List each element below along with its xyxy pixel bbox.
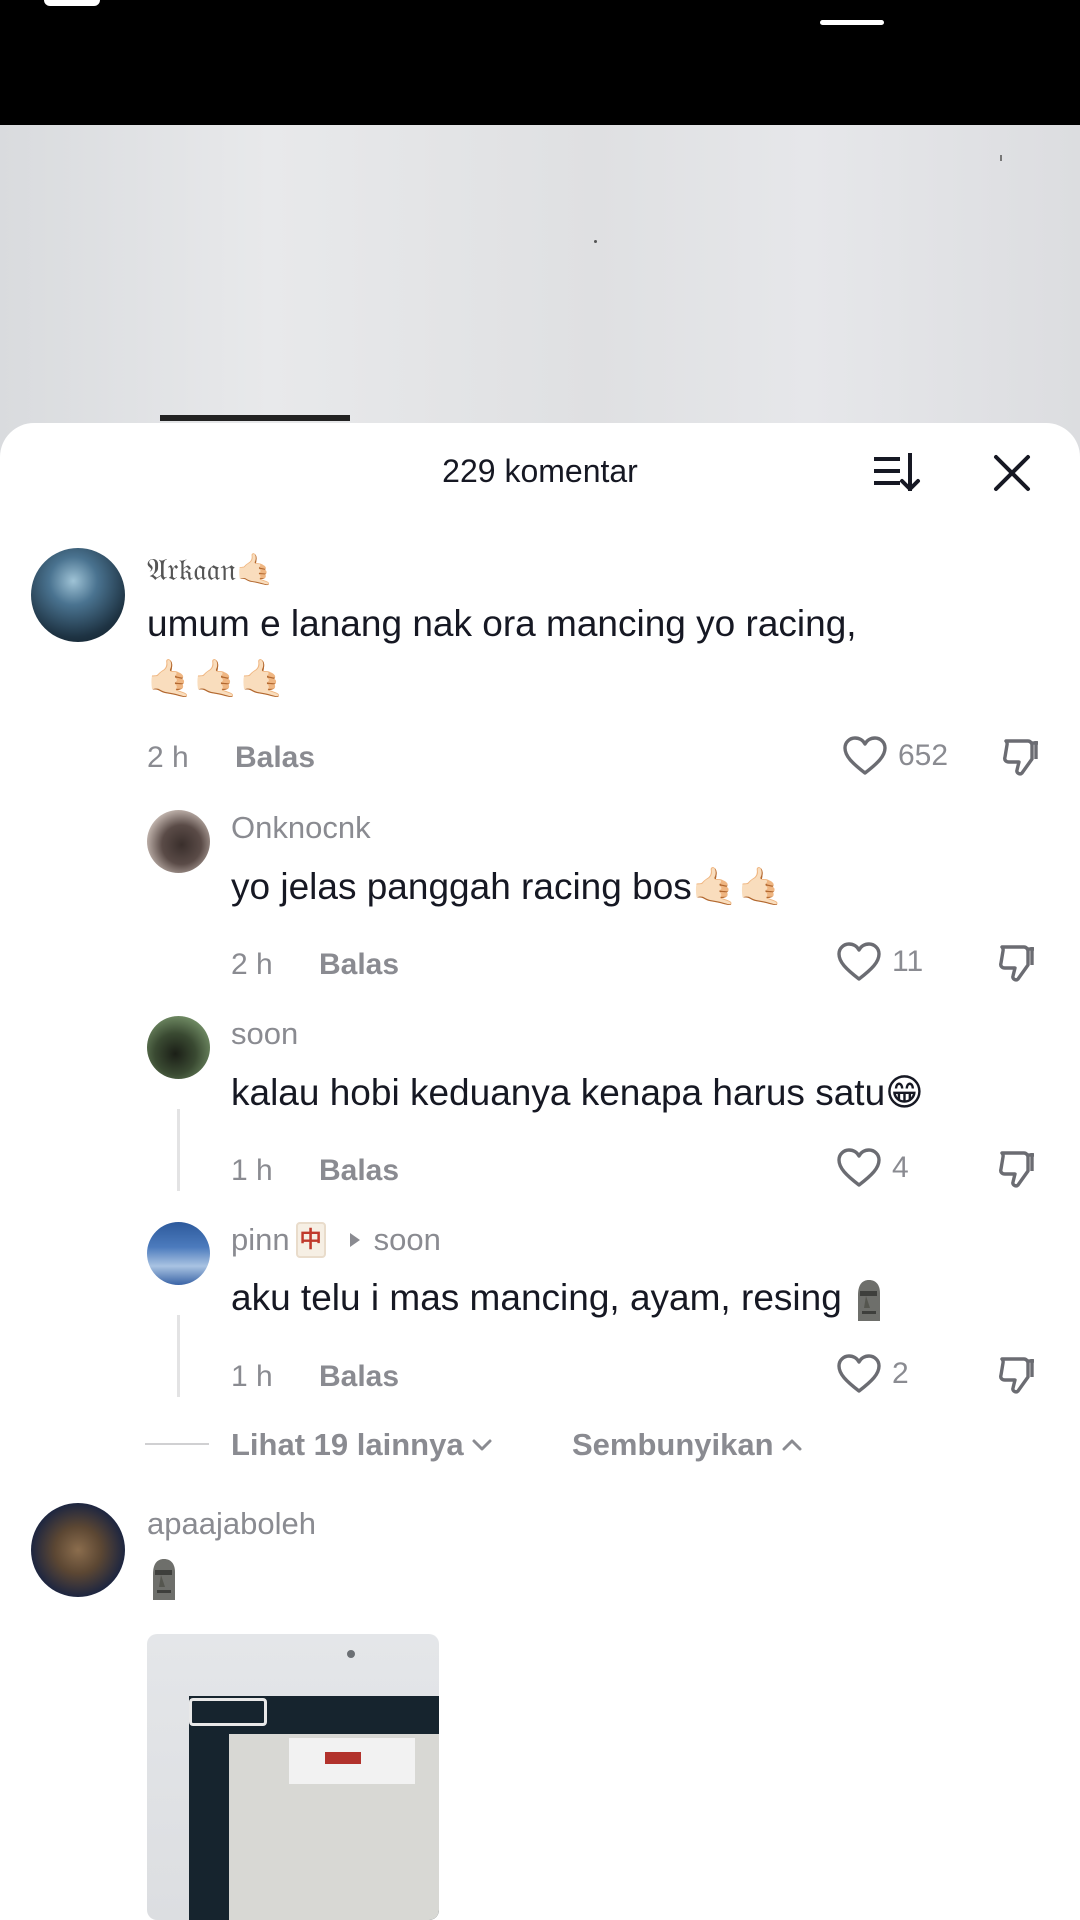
sort-icon[interactable]: [872, 451, 922, 495]
avatar[interactable]: [31, 548, 125, 642]
image-detail: [347, 1650, 355, 1658]
avatar[interactable]: [147, 1016, 210, 1079]
like-button[interactable]: 11: [836, 941, 923, 983]
comments-header: 229 komentar: [0, 423, 1080, 523]
chevron-up-icon: [782, 1439, 802, 1451]
heart-icon: [837, 1354, 881, 1393]
status-bar: [0, 0, 1080, 125]
comment-time: 2 h: [231, 948, 273, 981]
like-count: 652: [898, 739, 949, 772]
comment-username[interactable]: Onknocnk: [231, 810, 371, 846]
comment-text: aku telu i mas mancing, ayam, resing: [231, 1277, 884, 1323]
video-detail: [1000, 155, 1002, 161]
like-button[interactable]: 2: [836, 1353, 909, 1395]
hide-label: Sembunyikan: [572, 1427, 774, 1462]
comment-text-body: aku telu i mas mancing, ayam, resing: [231, 1277, 842, 1318]
like-button[interactable]: 652: [842, 735, 948, 777]
avatar[interactable]: [147, 1222, 210, 1285]
thread-line: [177, 1315, 180, 1397]
reply-button[interactable]: Balas: [235, 741, 315, 775]
reply-header: pinn 中 soon: [231, 1222, 441, 1258]
comment-text: kalau hobi keduanya kenapa harus satu😁: [231, 1072, 924, 1113]
dislike-icon[interactable]: [994, 1353, 1038, 1397]
dislike-icon[interactable]: [994, 1147, 1038, 1191]
reply-button[interactable]: Balas: [319, 1360, 399, 1394]
comment-time: 1 h: [231, 1154, 273, 1187]
avatar[interactable]: [31, 1503, 125, 1597]
heart-icon: [843, 736, 887, 775]
chevron-down-icon: [472, 1439, 492, 1451]
reply-button[interactable]: Balas: [319, 1154, 399, 1188]
comment-text: yo jelas panggah racing bos🤙🏻🤙🏻: [231, 866, 784, 907]
status-indicator: [44, 0, 100, 6]
hide-replies-button[interactable]: Sembunyikan: [572, 1427, 804, 1463]
view-more-replies-button[interactable]: Lihat 19 lainnya: [231, 1427, 494, 1463]
video-background: [0, 125, 1080, 465]
like-count: 4: [892, 1151, 909, 1184]
comment-time: 2 h: [147, 741, 189, 774]
close-icon[interactable]: [988, 449, 1036, 497]
dislike-icon[interactable]: [994, 941, 1038, 985]
dislike-icon[interactable]: [998, 735, 1042, 779]
divider: [145, 1443, 209, 1445]
comment-text-emoji: 🤙🏻🤙🏻🤙🏻: [147, 658, 286, 699]
reply-button[interactable]: Balas: [319, 948, 399, 982]
comment-username[interactable]: soon: [231, 1016, 298, 1052]
reply-arrow-icon: [349, 1233, 360, 1247]
comment-text: [147, 1556, 179, 1602]
thread-line: [177, 1109, 180, 1191]
image-detail: [189, 1698, 267, 1726]
comment-time: 1 h: [231, 1360, 273, 1393]
comment-username[interactable]: pinn: [231, 1222, 290, 1258]
like-button[interactable]: 4: [836, 1147, 909, 1189]
heart-icon: [837, 1148, 881, 1187]
replies-controls: Lihat 19 lainnya Sembunyikan: [145, 1423, 1045, 1467]
comment-text: umum e lanang nak ora mancing yo racing,: [147, 603, 857, 644]
like-count: 11: [892, 945, 924, 978]
moai-emoji-icon: [858, 1280, 881, 1322]
comment-username[interactable]: 𝔄𝔯𝔨𝔞𝔞𝔫🤙🏻: [147, 551, 274, 589]
image-detail: [325, 1752, 361, 1764]
mahjong-badge-icon: 中: [295, 1222, 326, 1258]
avatar[interactable]: [147, 810, 210, 873]
heart-icon: [837, 942, 881, 981]
video-detail: [594, 240, 597, 243]
reply-to-username[interactable]: soon: [374, 1222, 441, 1258]
menu-handle: [820, 20, 884, 25]
video-detail: [160, 415, 350, 421]
comment-username[interactable]: apaajaboleh: [147, 1506, 316, 1542]
like-count: 2: [892, 1357, 909, 1390]
moai-emoji-icon: [153, 1559, 175, 1601]
comment-attached-image[interactable]: [147, 1634, 439, 1920]
view-more-label: Lihat 19 lainnya: [231, 1427, 464, 1462]
comments-sheet: 229 komentar 𝔄𝔯𝔨𝔞𝔞𝔫🤙🏻 umum e lanang nak …: [0, 423, 1080, 1920]
